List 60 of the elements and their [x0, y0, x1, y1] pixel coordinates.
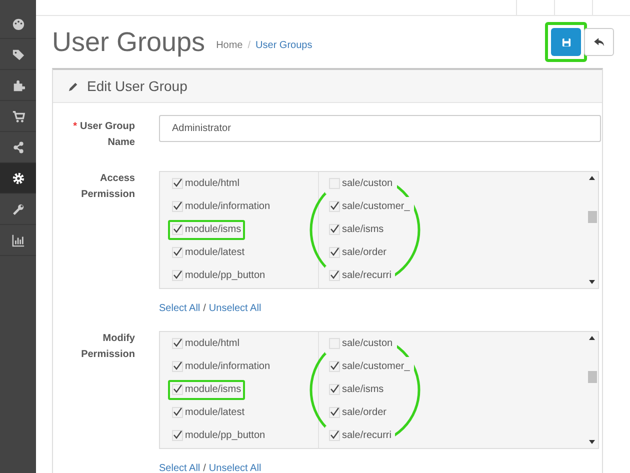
unselect-all-link[interactable]: Unselect All [208, 463, 262, 473]
back-button[interactable] [584, 28, 614, 56]
dashboard-icon [12, 16, 24, 30]
field-label: User Group Name [80, 121, 135, 148]
checkbox-checked-icon [329, 384, 340, 395]
scroll-down-arrow-icon[interactable] [589, 440, 595, 444]
unselect-all-link[interactable]: Unselect All [208, 303, 262, 315]
share-icon [12, 140, 24, 154]
scroll-up-arrow-icon[interactable] [589, 176, 595, 180]
checkbox-checked-icon [329, 247, 340, 258]
link-separator: / [203, 303, 206, 315]
checkbox-checked-icon [172, 407, 183, 418]
scrollbar-thumb[interactable] [588, 211, 596, 223]
bar-chart-icon [12, 234, 24, 246]
breadcrumb-separator: / [248, 38, 251, 52]
pencil-icon [68, 80, 79, 92]
permission-checkbox[interactable]: module/isms [168, 220, 246, 240]
select-all-link[interactable]: Select All [159, 463, 200, 473]
select-all-link[interactable]: Select All [159, 303, 200, 315]
group-name-field[interactable]: Administrator [159, 115, 601, 142]
permission-checkbox[interactable]: sale/custon [325, 174, 397, 194]
breadcrumb-link[interactable]: Home [216, 38, 243, 52]
checkbox-checked-icon [172, 224, 183, 235]
permission-checkbox[interactable]: sale/recurri [325, 426, 396, 446]
tag-icon [12, 48, 24, 60]
checkbox-checked-icon [329, 224, 340, 235]
checkbox-checked-icon [172, 178, 183, 189]
field-label: Modify Permission [80, 332, 135, 362]
checkbox-checked-icon [172, 270, 183, 281]
panel-title: Edit User Group [87, 76, 188, 96]
checkbox-checked-icon [329, 201, 340, 212]
required-mark: * [73, 121, 77, 132]
checkbox-checked-icon [329, 430, 340, 441]
scrollbar-thumb[interactable] [588, 371, 596, 383]
reply-arrow-icon [594, 38, 604, 46]
scroll-down-arrow-icon[interactable] [589, 280, 595, 284]
checkbox-checked-icon [172, 338, 183, 349]
puzzle-icon [12, 78, 24, 92]
checkbox-checked-icon [329, 361, 340, 372]
scroll-up-arrow-icon[interactable] [589, 336, 595, 340]
field-label: Access Permission [80, 172, 135, 202]
wrench-icon [12, 202, 24, 216]
permission-checkbox[interactable]: sale/recurri [325, 266, 396, 286]
checkbox-checked-icon [172, 247, 183, 258]
checkbox-icon [329, 338, 340, 349]
settings-icon [12, 172, 24, 184]
page-title: User Groups [52, 26, 206, 59]
permission-checkbox[interactable]: sale/custon [325, 334, 397, 354]
checkbox-checked-icon [172, 384, 183, 395]
checkbox-checked-icon [329, 407, 340, 418]
checkbox-checked-icon [172, 201, 183, 212]
link-separator: / [203, 463, 206, 473]
checkbox-icon [329, 178, 340, 189]
sidebar-item[interactable] [0, 163, 36, 194]
breadcrumb-link[interactable]: User Groups [256, 38, 312, 52]
cart-icon [12, 110, 24, 122]
permission-checkbox[interactable]: module/isms [168, 380, 246, 400]
checkbox-checked-icon [329, 270, 340, 281]
checkbox-checked-icon [172, 361, 183, 372]
checkbox-checked-icon [172, 430, 183, 441]
